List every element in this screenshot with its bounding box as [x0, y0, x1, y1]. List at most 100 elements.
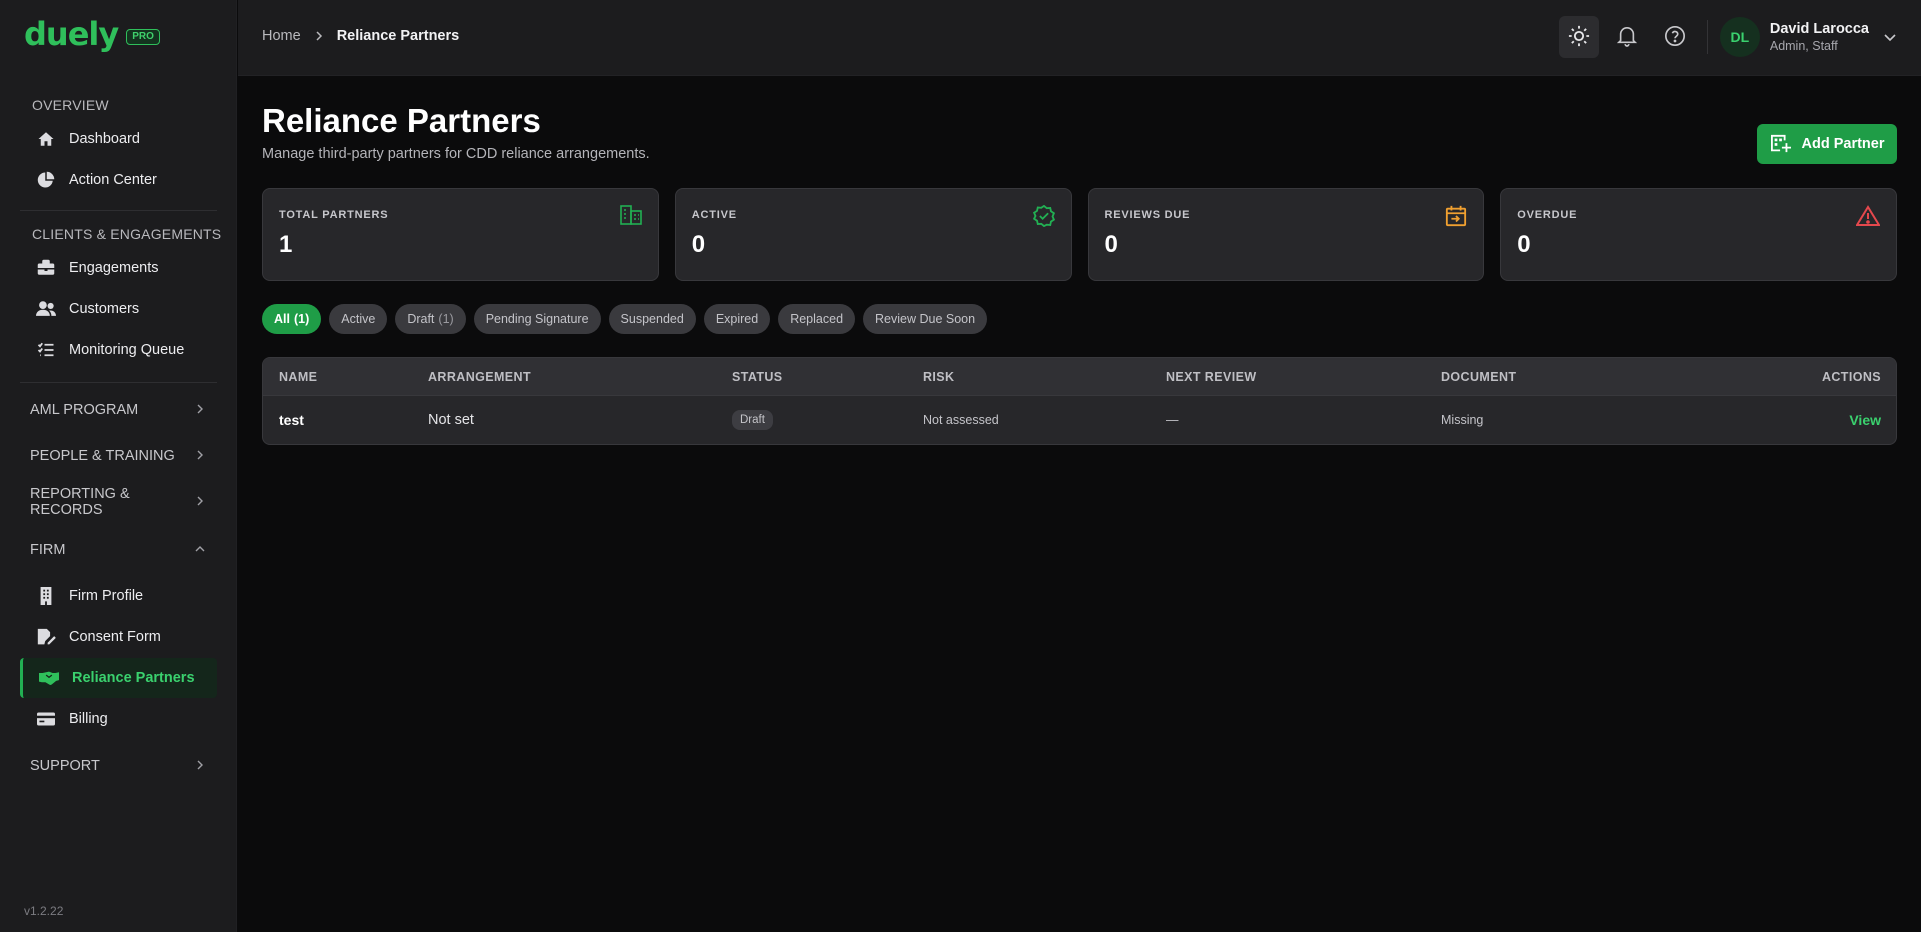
- filter-chip-review-due-soon[interactable]: Review Due Soon: [863, 304, 988, 334]
- group-label: REPORTING & RECORDS: [30, 486, 130, 518]
- add-building-icon: [1770, 134, 1792, 154]
- sidebar: duely PRO OVERVIEW Dashboard Action Cent…: [0, 0, 237, 932]
- sidebar-item-label: Customers: [69, 301, 140, 317]
- chip-label: Replaced: [790, 312, 844, 326]
- breadcrumb-home[interactable]: Home: [262, 28, 301, 44]
- chip-label: Pending Signature: [485, 312, 589, 326]
- help-button[interactable]: [1655, 16, 1695, 58]
- filter-chip-active[interactable]: Active: [329, 304, 388, 334]
- brand-logo[interactable]: duely PRO: [24, 18, 160, 50]
- partner-actions: View: [1741, 412, 1896, 428]
- stat-label: REVIEWS DUE: [1104, 209, 1191, 221]
- filter-chip-pending-signature[interactable]: Pending Signature: [473, 304, 601, 334]
- calendar-arrow-icon: [1445, 205, 1467, 230]
- theme-toggle-button[interactable]: [1558, 16, 1599, 58]
- sidebar-item-consent-form[interactable]: Consent Form: [20, 617, 217, 657]
- user-menu[interactable]: David Larocca Admin, Staff: [1770, 21, 1869, 54]
- sidebar-item-firm-profile[interactable]: Firm Profile: [20, 576, 217, 616]
- filter-chip-replaced[interactable]: Replaced: [778, 304, 856, 334]
- handshake-icon: [39, 668, 59, 688]
- sidebar-item-label: Action Center: [69, 172, 157, 188]
- stat-card-active: ACTIVE 0: [674, 188, 1072, 281]
- signature-icon: [36, 627, 56, 647]
- chevron-right-icon: [195, 448, 205, 464]
- partner-arrangement: Not set: [428, 412, 474, 428]
- group-aml-program[interactable]: AML PROGRAM: [0, 387, 237, 433]
- chevron-down-icon[interactable]: [1883, 29, 1897, 45]
- sidebar-item-customers[interactable]: Customers: [20, 289, 217, 329]
- stats-row: TOTAL PARTNERS 1 ACTIVE 0 REVIEWS DUE 0 …: [262, 188, 1897, 281]
- brand-name: duely: [24, 15, 119, 53]
- view-link[interactable]: View: [1849, 412, 1881, 428]
- sidebar-item-label: Consent Form: [69, 629, 161, 645]
- chip-count: (1): [438, 312, 454, 326]
- partner-name[interactable]: test: [263, 412, 428, 428]
- page-subtitle: Manage third-party partners for CDD reli…: [262, 146, 650, 162]
- sidebar-item-billing[interactable]: Billing: [20, 699, 217, 739]
- status-filters: All (1) Active Draft (1) Pending Signature…: [262, 304, 988, 334]
- stat-card-reviews-due: REVIEWS DUE 0: [1087, 188, 1485, 281]
- user-role: Admin, Staff: [1769, 38, 1838, 53]
- group-support[interactable]: SUPPORT: [0, 743, 237, 789]
- page-title: Reliance Partners: [262, 102, 541, 139]
- user-name: David Larocca: [1769, 20, 1869, 37]
- badge-check-icon: [1032, 204, 1055, 230]
- divider: [1706, 20, 1708, 54]
- group-label: AML PROGRAM: [30, 402, 139, 418]
- sidebar-item-engagements[interactable]: Engagements: [20, 248, 217, 288]
- column-header-arrangement[interactable]: ARRANGEMENT: [428, 370, 732, 384]
- chevron-right-icon: [195, 758, 205, 774]
- table-row[interactable]: test Not set Draft Not assessed — Missin…: [263, 396, 1896, 444]
- sidebar-item-monitoring-queue[interactable]: Monitoring Queue: [20, 330, 217, 370]
- filter-chip-draft[interactable]: Draft (1): [395, 304, 466, 334]
- top-actions: DL David Larocca Admin, Staff: [1551, 16, 1897, 58]
- sidebar-item-label: Firm Profile: [69, 588, 144, 604]
- partners-table: NAME ARRANGEMENT STATUS RISK NEXT REVIEW…: [262, 357, 1897, 445]
- group-firm[interactable]: FIRM: [0, 525, 237, 575]
- chip-label: Suspended: [620, 312, 684, 326]
- building-icon: [36, 586, 56, 606]
- list-check-icon: [36, 340, 56, 360]
- sidebar-item-label: Billing: [69, 711, 108, 727]
- sidebar-item-dashboard[interactable]: Dashboard: [20, 119, 217, 159]
- briefcase-icon: [36, 258, 56, 278]
- group-people-training[interactable]: PEOPLE & TRAINING: [0, 433, 237, 479]
- column-header-risk[interactable]: RISK: [923, 370, 1166, 384]
- stat-card-total-partners: TOTAL PARTNERS 1: [262, 188, 659, 281]
- filter-chip-suspended[interactable]: Suspended: [608, 304, 696, 334]
- sidebar-item-label: Engagements: [69, 260, 159, 276]
- chip-label: Draft: [407, 312, 435, 326]
- chip-label: Active: [341, 312, 376, 326]
- column-header-document[interactable]: DOCUMENT: [1441, 370, 1741, 384]
- users-icon: [36, 299, 56, 319]
- section-title-overview: OVERVIEW: [32, 97, 109, 113]
- stat-label: ACTIVE: [691, 209, 737, 221]
- chip-label: All: [274, 312, 290, 326]
- sidebar-item-label: Monitoring Queue: [69, 342, 185, 358]
- group-reporting-records[interactable]: REPORTING & RECORDS: [0, 479, 237, 525]
- chevron-right-icon: [315, 29, 323, 44]
- pro-badge: PRO: [126, 29, 160, 45]
- chevron-right-icon: [195, 402, 205, 418]
- column-header-next-review[interactable]: NEXT REVIEW: [1166, 370, 1441, 384]
- partner-next-review: —: [1166, 413, 1179, 427]
- group-label: FIRM: [30, 542, 66, 558]
- column-header-name[interactable]: NAME: [263, 370, 428, 384]
- building-grid-icon: [619, 205, 642, 228]
- warning-triangle-icon: [1855, 205, 1881, 230]
- avatar[interactable]: DL: [1719, 17, 1760, 57]
- credit-card-icon: [36, 709, 56, 729]
- add-partner-label: Add Partner: [1801, 136, 1885, 152]
- divider: [20, 382, 217, 383]
- breadcrumb-current: Reliance Partners: [336, 28, 460, 44]
- add-partner-button[interactable]: Add Partner: [1757, 124, 1897, 164]
- filter-chip-expired[interactable]: Expired: [703, 304, 771, 334]
- notifications-button[interactable]: [1607, 16, 1647, 58]
- sidebar-item-label: Dashboard: [69, 131, 140, 147]
- filter-chip-all[interactable]: All (1): [262, 304, 322, 334]
- column-header-status[interactable]: STATUS: [732, 370, 923, 384]
- chip-count: (1): [293, 312, 310, 326]
- partner-status: Draft: [732, 410, 923, 430]
- sidebar-item-action-center[interactable]: Action Center: [20, 160, 217, 200]
- sidebar-item-reliance-partners[interactable]: Reliance Partners: [20, 658, 217, 698]
